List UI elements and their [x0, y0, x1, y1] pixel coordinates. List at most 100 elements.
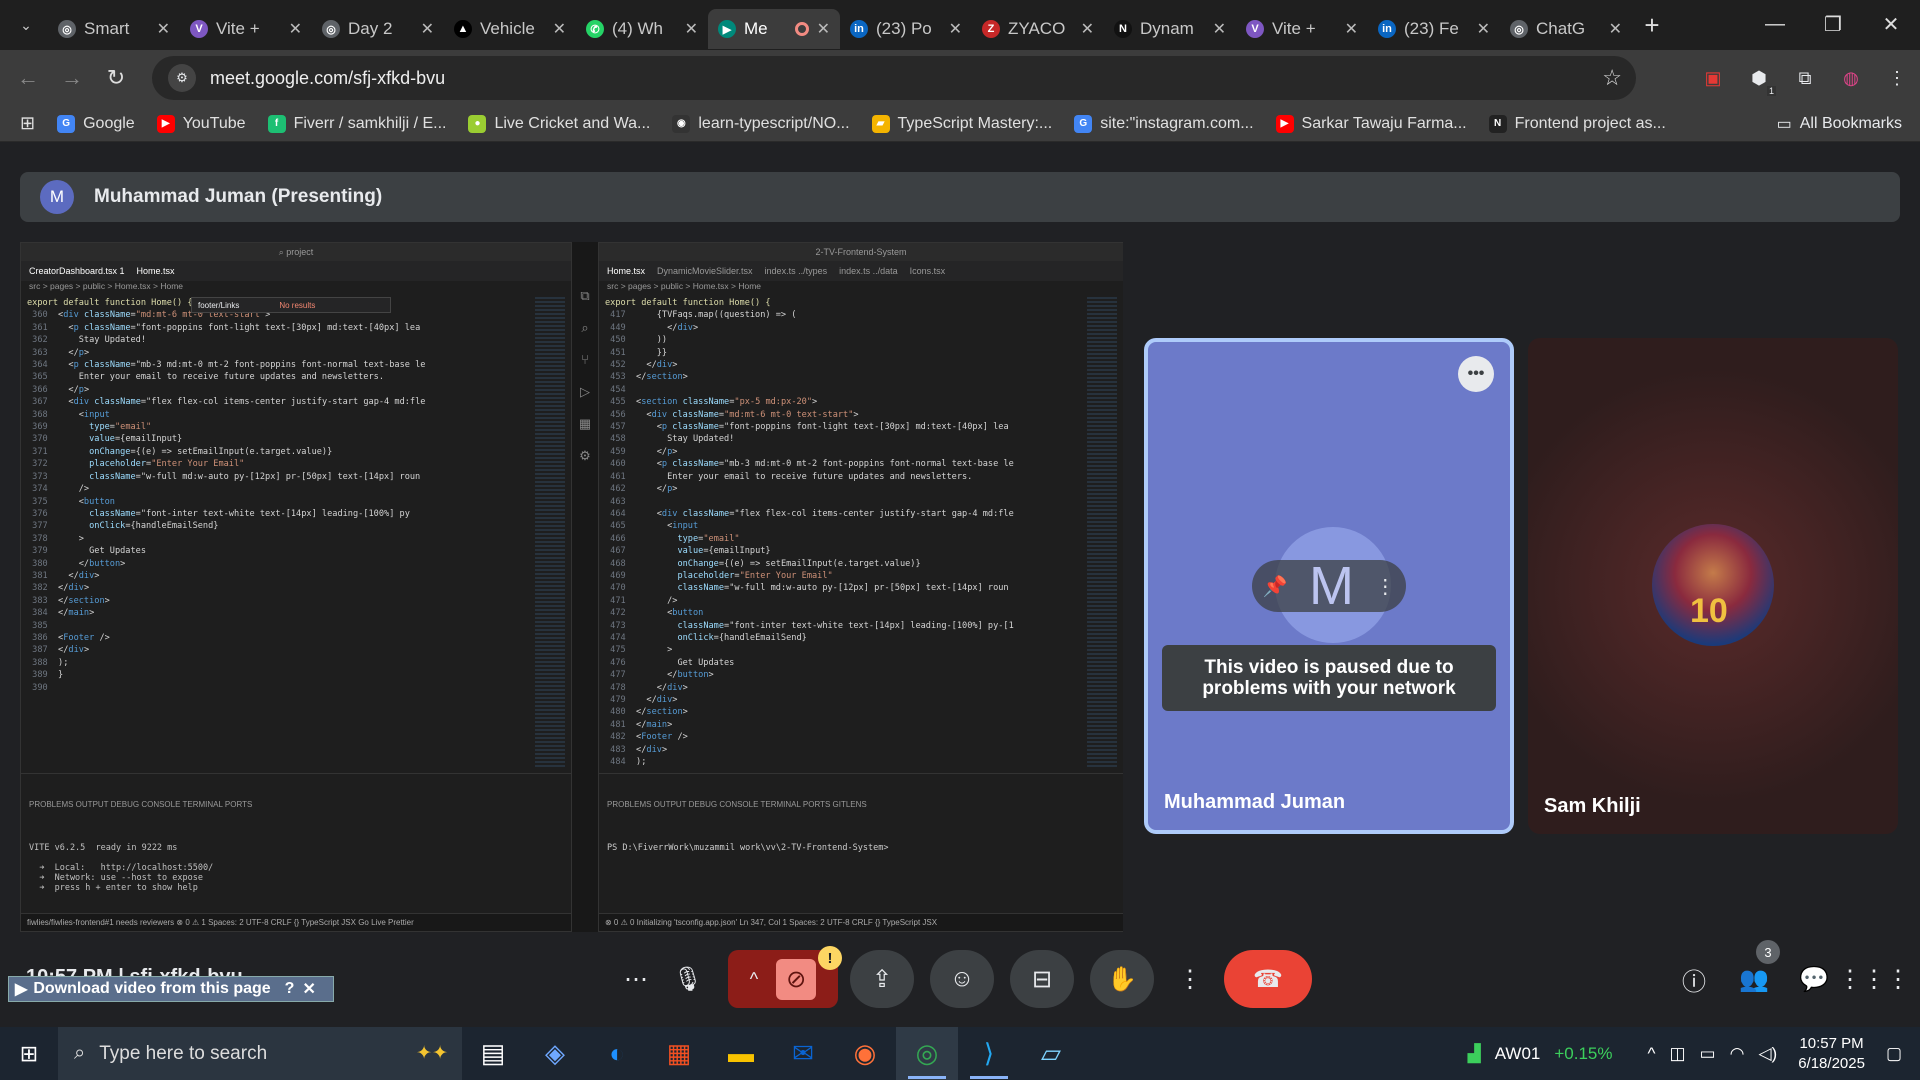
stock-ticker[interactable]: AW01 [1495, 1044, 1541, 1064]
screen-share-view[interactable]: ⌕ project CreatorDashboard.tsx 1 Home.tsx… [20, 242, 1123, 932]
close-window-icon[interactable]: ✕ [1862, 0, 1920, 48]
download-video-bar[interactable]: ▶ Download video from this page? ✕ [8, 976, 334, 1002]
editor-tab[interactable]: DynamicMovieSlider.tsx [657, 266, 753, 276]
file-explorer-icon[interactable]: ▬ [710, 1027, 772, 1080]
tab-close-icon[interactable]: ✕ [421, 19, 434, 39]
leave-call-button[interactable]: ☎ [1224, 950, 1312, 1008]
vscode-right-editor[interactable]: export default function Home() { 417 {TV… [599, 297, 1083, 769]
windows-start-icon[interactable]: ⊞ [0, 1027, 58, 1080]
reload-icon[interactable]: ↻ [94, 56, 138, 100]
tab-close-icon[interactable]: ✕ [1345, 19, 1358, 39]
bookmark-item[interactable]: ▶ Sarkar Tawaju Farma... [1275, 114, 1467, 133]
browser-tab[interactable]: V Vite + ✕ [1236, 9, 1368, 49]
more-options-icon[interactable]: ⋯ [612, 950, 660, 1008]
chrome-icon[interactable]: ◎ [896, 1027, 958, 1080]
firefox-icon[interactable]: ◉ [834, 1027, 896, 1080]
camera-options-chevron-icon[interactable]: ^ [750, 969, 758, 990]
download-close-icon[interactable]: ✕ [302, 979, 315, 999]
editor-tab[interactable]: Home.tsx [137, 266, 175, 276]
editor-tab[interactable]: Home.tsx [607, 266, 645, 276]
bookmark-item[interactable]: G Google [57, 114, 135, 133]
back-icon[interactable]: ← [6, 56, 50, 100]
restore-icon[interactable]: ❐ [1804, 0, 1862, 48]
bookmark-item[interactable]: N Frontend project as... [1488, 114, 1666, 133]
copilot-icon[interactable]: ◈ [524, 1027, 586, 1080]
vscode-left-editor[interactable]: export default function Home() { 360 <di… [21, 297, 531, 769]
browser-tab[interactable]: Z ZYACO ✕ [972, 9, 1104, 49]
editor-tab[interactable]: index.ts ../data [839, 266, 898, 276]
browser-tab[interactable]: in (23) Po ✕ [840, 9, 972, 49]
chat-icon[interactable]: 💬 [1786, 950, 1842, 1008]
bookmark-star-icon[interactable]: ☆ [1602, 65, 1622, 91]
tab-close-icon[interactable]: ✕ [949, 19, 962, 39]
meeting-info-icon[interactable]: ⓘ [1666, 950, 1722, 1008]
vscode-left-panel-tabs[interactable]: PROBLEMS OUTPUT DEBUG CONSOLE TERMINAL P… [29, 800, 563, 809]
url-text[interactable]: meet.google.com/sfj-xfkd-bvu [210, 68, 445, 89]
browser-tab[interactable]: ◎ ChatG ✕ [1500, 9, 1632, 49]
browser-tab[interactable]: ▶ Me ✕ [708, 9, 840, 49]
participant-tile-sam[interactable]: 10 Sam Khilji [1528, 338, 1898, 834]
microphone-icon[interactable]: 🎙 [664, 950, 712, 1008]
tab-close-icon[interactable]: ✕ [157, 19, 170, 39]
browser-tab[interactable]: ✆ (4) Wh ✕ [576, 9, 708, 49]
editor-tab[interactable]: index.ts ../types [765, 266, 828, 276]
notepad-icon[interactable]: ▱ [1020, 1027, 1082, 1080]
browser-menu-icon[interactable]: ⋮ [1874, 56, 1920, 100]
extension-red-icon[interactable]: ▣ [1690, 56, 1736, 100]
vscode-icon[interactable]: ⟩ [958, 1027, 1020, 1080]
tab-close-icon[interactable]: ✕ [1477, 19, 1490, 39]
tab-close-icon[interactable]: ✕ [685, 19, 698, 39]
bookmark-item[interactable]: ◉ learn-typescript/NO... [672, 114, 850, 133]
site-info-icon[interactable]: ⚙ [168, 64, 196, 92]
tile-menu-icon[interactable]: ⋮ [1375, 574, 1395, 599]
forward-icon[interactable]: → [50, 56, 94, 100]
download-help-icon[interactable]: ? [285, 980, 295, 998]
tab-close-icon[interactable]: ✕ [289, 19, 302, 39]
raise-hand-icon[interactable]: ✋ [1090, 950, 1154, 1008]
browser-tab[interactable]: ▲ Vehicle ✕ [444, 9, 576, 49]
meet-tray-icon[interactable]: ◫ [1669, 1044, 1685, 1064]
tab-close-icon[interactable]: ✕ [1213, 19, 1226, 39]
bookmark-item[interactable]: ▰ TypeScript Mastery:... [871, 114, 1052, 133]
browser-tab[interactable]: V Vite + ✕ [180, 9, 312, 49]
bookmark-item[interactable]: f Fiverr / samkhilji / E... [267, 114, 446, 133]
vscode-left-terminal[interactable]: PROBLEMS OUTPUT DEBUG CONSOLE TERMINAL P… [21, 773, 571, 913]
taskbar-clock[interactable]: 10:57 PM 6/18/2025 [1798, 1034, 1865, 1074]
battery-icon[interactable]: ▭ [1700, 1044, 1716, 1064]
browser-tab[interactable]: ◎ Smart ✕ [48, 9, 180, 49]
find-query[interactable]: footer/Links [198, 301, 239, 310]
editor-tab[interactable]: CreatorDashboard.tsx 1 [29, 266, 125, 276]
bookmark-item[interactable]: Gsite:"instagram.com... [1074, 114, 1254, 133]
all-bookmarks[interactable]: ▭ All Bookmarks [1777, 114, 1902, 134]
captions-icon[interactable]: ⊟ [1010, 950, 1074, 1008]
bookmark-item[interactable]: ● Live Cricket and Wa... [468, 114, 650, 133]
edge-icon[interactable]: ◐ [586, 1027, 648, 1080]
pin-icon[interactable]: 📌 [1263, 574, 1288, 599]
tab-close-icon[interactable]: ✕ [553, 19, 566, 39]
tab-close-icon[interactable]: ✕ [1609, 19, 1622, 39]
participant-tile-muhammad[interactable]: ••• 📌 M ⋮ This video is paused due to pr… [1144, 338, 1514, 834]
minimize-icon[interactable]: — [1746, 0, 1804, 48]
editor-tab[interactable]: Icons.tsx [910, 266, 946, 276]
new-tab-icon[interactable]: + [1632, 5, 1672, 45]
outlook-icon[interactable]: ✉ [772, 1027, 834, 1080]
task-view-icon[interactable]: ▤ [462, 1027, 524, 1080]
notifications-icon[interactable]: ▢ [1886, 1044, 1902, 1064]
taskbar-search-box[interactable]: ⌕ Type here to search ✦✦ [58, 1027, 462, 1080]
find-widget[interactable]: footer/Links No results [191, 297, 391, 313]
wifi-icon[interactable]: ◠ [1730, 1044, 1745, 1064]
store-icon[interactable]: ▦ [648, 1027, 710, 1080]
vscode-right-panel-tabs[interactable]: PROBLEMS OUTPUT DEBUG CONSOLE TERMINAL P… [607, 800, 1115, 809]
activities-grid-icon[interactable]: ⋮⋮⋮ [1838, 950, 1910, 1008]
profile-avatar[interactable]: ◍ [1828, 56, 1874, 100]
volume-icon[interactable]: ◁) [1758, 1044, 1777, 1064]
present-screen-icon[interactable]: ⇪ [850, 950, 914, 1008]
tab-close-icon[interactable]: ✕ [817, 19, 830, 39]
extension-badge-icon[interactable]: ⬢ 1 [1736, 56, 1782, 100]
tab-close-icon[interactable]: ✕ [1081, 19, 1094, 39]
tile-more-options-icon[interactable]: ••• [1458, 356, 1494, 392]
apps-grid-icon[interactable]: ⊞ [20, 113, 35, 134]
browser-tab[interactable]: ◎ Day 2 ✕ [312, 9, 444, 49]
browser-tab[interactable]: N Dynam ✕ [1104, 9, 1236, 49]
tab-search-icon[interactable]: ⌄ [8, 7, 44, 43]
